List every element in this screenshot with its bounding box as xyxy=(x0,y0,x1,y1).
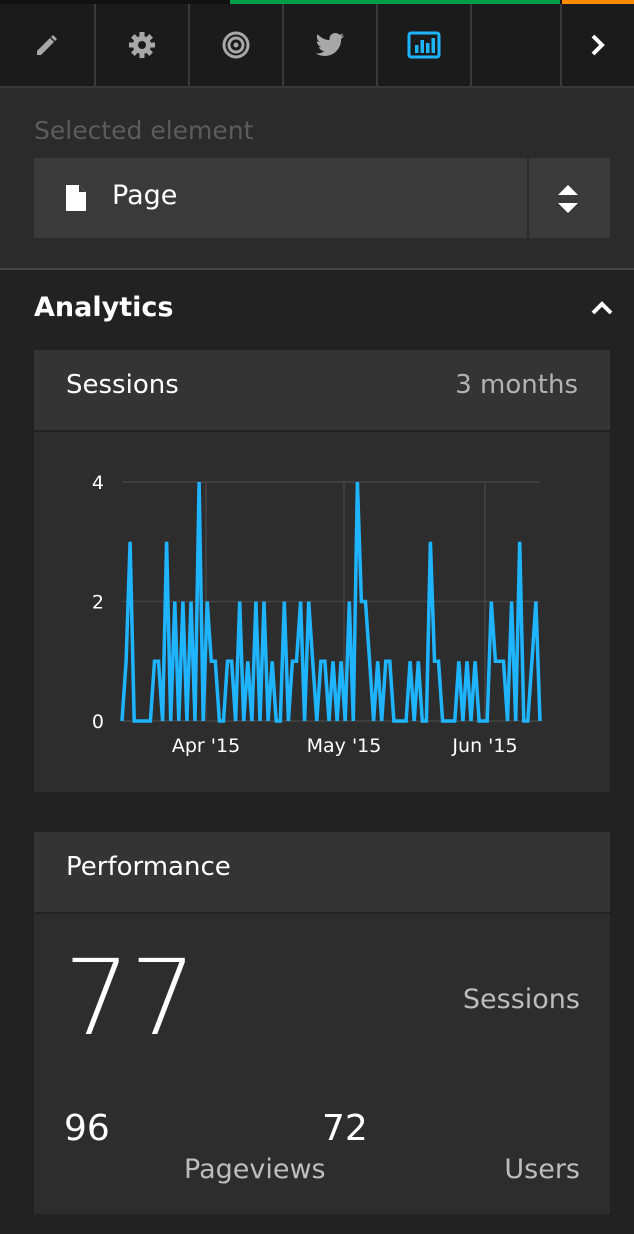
section-divider xyxy=(0,268,634,270)
tab-twitter[interactable] xyxy=(284,4,378,86)
tab-analytics[interactable] xyxy=(378,4,472,86)
target-icon xyxy=(222,31,250,59)
sessions-value: 77 xyxy=(64,937,197,1059)
bar-chart-icon xyxy=(407,31,441,59)
element-selector-section: Selected element Page xyxy=(0,86,634,268)
element-select[interactable]: Page xyxy=(34,158,610,238)
performance-card-body: 77 Sessions 96 Pageviews 72 Users xyxy=(34,914,610,1214)
y-tick-label: 2 xyxy=(92,592,104,614)
gear-icon xyxy=(129,32,155,58)
x-tick-label: Apr '15 xyxy=(172,735,240,757)
selected-element-value: Page xyxy=(112,180,178,211)
sessions-line-chart: 0 2 4 Apr '15 May '15 Jun '15 xyxy=(92,472,542,757)
users-value: 72 xyxy=(322,1108,368,1149)
sessions-card-title: Sessions xyxy=(66,370,179,400)
select-divider xyxy=(527,158,529,238)
performance-card-header: Performance xyxy=(34,832,610,912)
y-tick-label: 0 xyxy=(92,711,104,733)
tab-edit[interactable] xyxy=(0,4,96,86)
tab-bar xyxy=(0,4,634,86)
sessions-label: Sessions xyxy=(462,984,580,1015)
twitter-icon xyxy=(315,33,344,56)
chevron-up-icon[interactable] xyxy=(590,300,614,316)
y-tick-label: 4 xyxy=(92,472,104,494)
x-tick-label: Jun '15 xyxy=(451,735,517,757)
performance-card-title: Performance xyxy=(66,852,231,882)
pageviews-label: Pageviews xyxy=(184,1154,326,1185)
tab-target[interactable] xyxy=(190,4,284,86)
pageviews-value: 96 xyxy=(64,1108,110,1149)
tab-blank[interactable] xyxy=(472,4,562,86)
selected-element-label: Selected element xyxy=(34,116,254,145)
tab-next[interactable] xyxy=(562,4,634,86)
chevron-right-icon xyxy=(591,34,605,56)
date-range-label[interactable]: 3 months xyxy=(455,370,578,400)
document-icon xyxy=(66,185,86,211)
users-label: Users xyxy=(504,1154,580,1185)
x-tick-label: May '15 xyxy=(307,735,382,757)
tab-settings[interactable] xyxy=(96,4,190,86)
analytics-heading: Analytics xyxy=(34,292,174,323)
sessions-card-header: Sessions 3 months xyxy=(34,350,610,430)
pencil-icon xyxy=(37,35,57,55)
sessions-chart: 0 2 4 Apr '15 May '15 Jun '15 xyxy=(34,432,610,792)
sort-arrows-icon[interactable] xyxy=(556,184,580,214)
